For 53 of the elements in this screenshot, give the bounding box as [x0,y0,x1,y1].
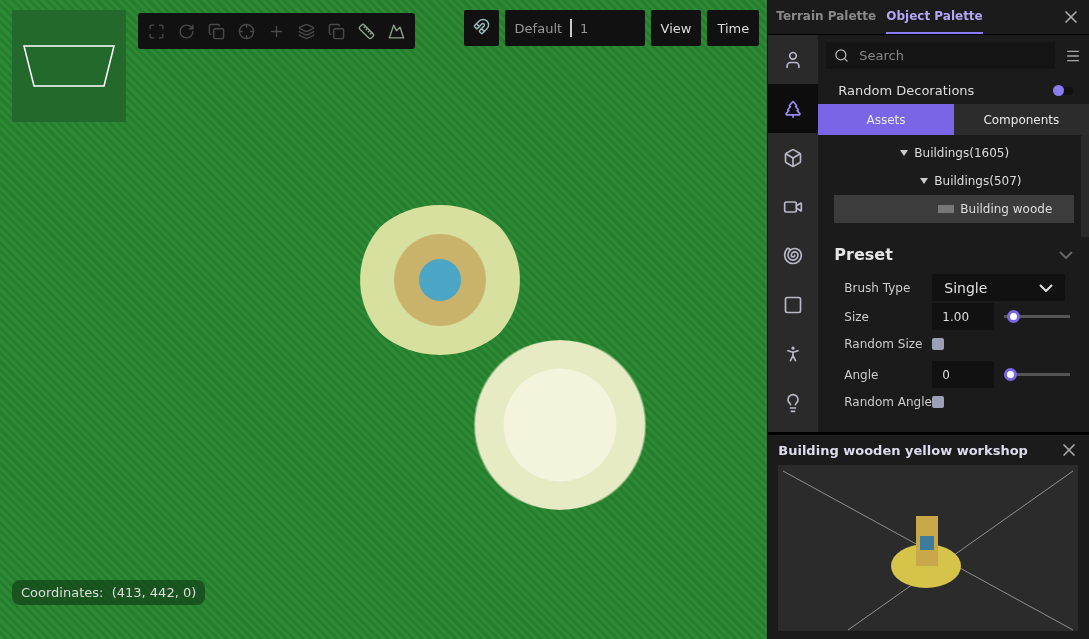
caret-icon [920,178,929,184]
checkbox[interactable] [932,337,945,350]
number-field[interactable]: 1.00 [932,303,995,330]
search-icon [834,48,850,63]
mountain-icon [388,22,405,40]
ruler-icon [358,22,375,40]
field-label: Random Size [844,337,924,351]
copy-icon [208,22,225,40]
thumbnail-icon [938,205,955,213]
field-label: Brush Type [844,280,912,295]
field-label: Size [844,309,870,324]
cube-icon [783,147,804,168]
magnet-button[interactable] [463,10,499,46]
magnet-icon [472,18,490,35]
toggle-label: Random Decorations [838,83,975,98]
chevron-down-icon [1059,250,1073,259]
chevron-down-icon [1039,283,1054,292]
search-field[interactable]: Search [826,42,1055,69]
palette-tab[interactable]: Object Palette [886,0,983,34]
field-label: Random Angle [844,395,933,409]
layer-field[interactable]: Default 1 [504,10,645,46]
asset-tab[interactable]: Components [953,104,1089,135]
expand-icon [148,22,165,40]
checkbox[interactable] [932,395,945,408]
slider-thumb[interactable] [1006,310,1020,323]
search-input[interactable]: Search [857,47,1012,64]
dropdown[interactable]: Single [932,274,1066,301]
view-button[interactable]: Time [707,10,760,46]
field-label: Angle [844,367,880,382]
view-button[interactable]: View [650,10,702,46]
crosshair-icon [238,22,255,40]
category-button[interactable] [768,84,819,133]
preview-title: Building wooden yellow workshop [778,442,1028,458]
caret-icon [900,150,909,156]
slider-thumb[interactable] [1004,368,1018,381]
tree-item[interactable]: Buildings(1605) [834,139,1075,167]
tree-item[interactable]: Buildings(507) [834,167,1075,195]
copy-icon [328,22,345,40]
camera-frustum-icon [23,45,115,87]
tree-icon [783,98,804,119]
layers-icon [298,22,315,40]
collapse-button[interactable] [1059,250,1073,259]
asset-tab[interactable]: Assets [818,104,954,135]
coordinates-label: Coordinates: (413, 442, 0) [12,580,206,605]
minimap[interactable] [12,10,126,122]
tree-item[interactable]: Building woode [834,195,1075,223]
rotate-icon [178,22,195,40]
toggle-switch[interactable] [1055,86,1073,95]
number-field[interactable]: 0 [932,361,995,388]
palette-tab[interactable]: Terrain Palette [776,0,877,34]
square-icon [783,294,804,315]
shell-icon [783,245,804,266]
section-title: Preset [834,245,893,264]
